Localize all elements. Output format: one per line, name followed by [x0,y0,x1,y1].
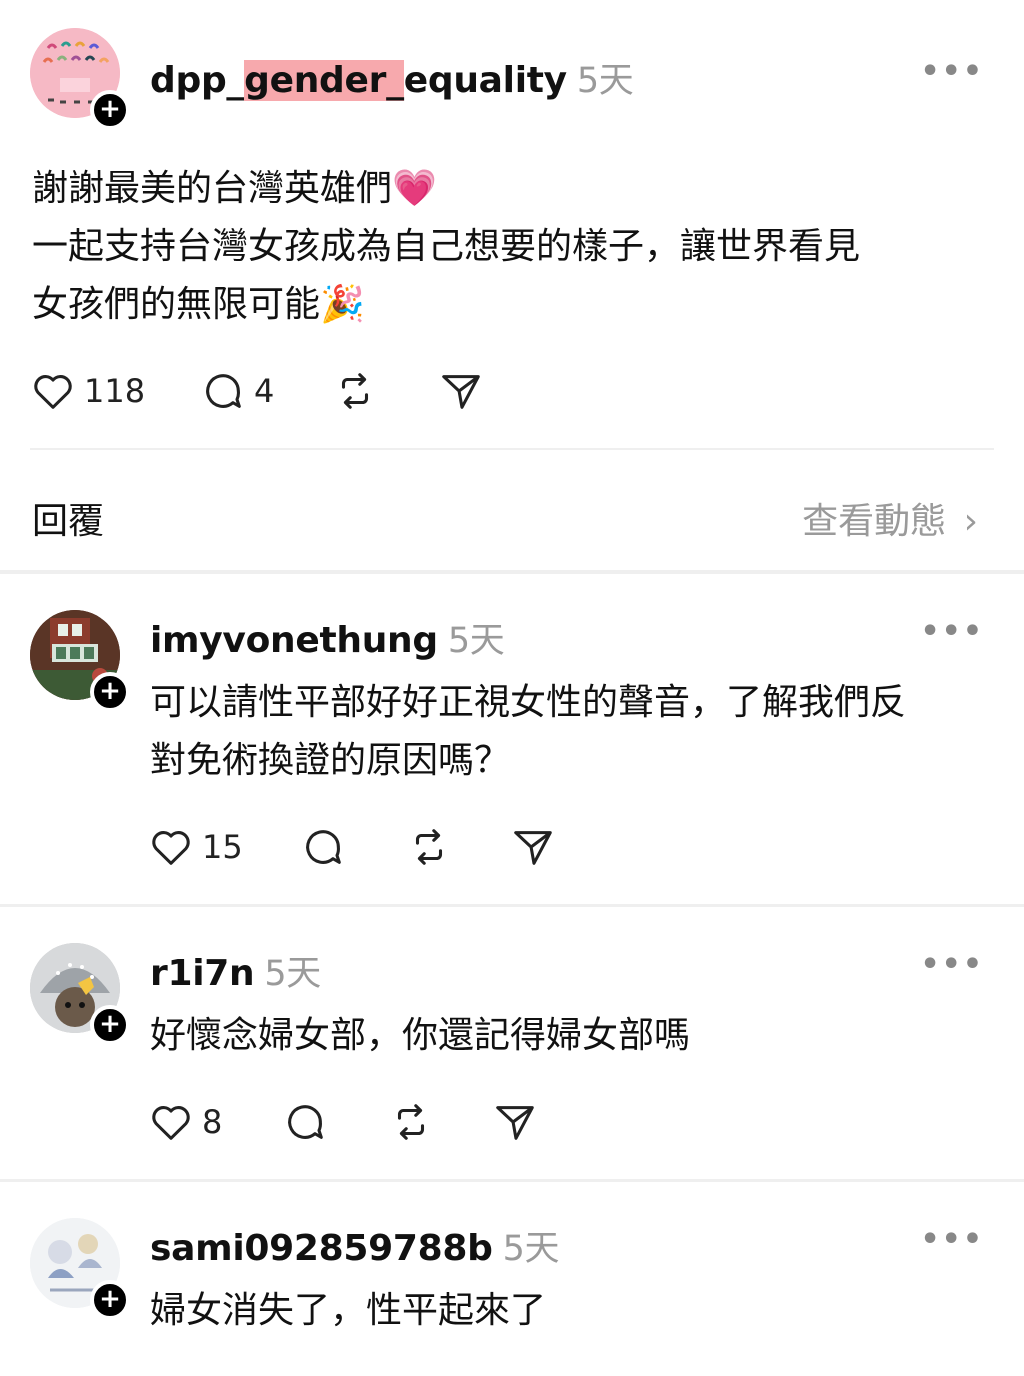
reply-body: 婦女消失了，性平起來了 [150,1282,546,1340]
follow-plus-icon[interactable]: + [90,672,130,712]
post-actions: 118 4 [30,366,630,416]
reply-actions: 8 [148,1097,748,1147]
like-button[interactable]: 8 [148,1097,222,1147]
repost-icon [415,829,443,865]
view-activity-label: 查看動態 [802,501,947,542]
avatar-wrap[interactable]: + [30,943,130,1045]
reply-username[interactable]: imyvonethung 5天 [150,612,505,663]
post-body: 謝謝最美的台灣英雄們💗 一起支持台灣女孩成為自己想要的樣子，讓世界看見 女孩們的… [32,160,860,334]
post-line: 女孩們的無限可能🎉 [32,284,365,325]
username-part: equality [403,60,567,101]
repost-button[interactable] [388,1097,434,1147]
comment-count: 4 [254,372,275,410]
username-text: r1i7n [150,953,255,994]
repost-button[interactable] [332,366,378,416]
share-button[interactable] [492,1097,538,1147]
replies-header: 回覆 查看動態 › [0,450,1024,570]
reply-line: 對免術換證的原因嗎？ [150,740,511,781]
comment-bubble-icon [206,374,241,408]
more-dots-icon[interactable]: ••• [920,947,984,982]
reply-item: + r1i7n 5天 ••• 好懷念婦女部，你還記得婦女部嗎 8 [0,907,1024,1179]
more-dots-icon[interactable]: ••• [920,54,984,89]
like-count: 15 [202,828,243,866]
share-button[interactable] [510,822,556,872]
comment-bubble-icon [306,830,341,864]
username-part: dpp_ [150,60,245,101]
reply-time: 5天 [502,1229,560,1269]
follow-plus-icon[interactable]: + [90,90,130,130]
replies-label: 回覆 [32,501,105,542]
follow-plus-icon[interactable]: + [90,1280,130,1320]
main-post: + dpp_gender_equality 5天 ••• 謝謝最美的台灣英雄們💗 … [0,0,1024,450]
repost-icon [397,1104,425,1140]
follow-plus-icon[interactable]: + [90,1005,130,1045]
chevron-right-icon: › [963,501,978,542]
avatar-wrap[interactable]: + [30,28,130,130]
reply-line: 可以請性平部好好正視女性的聲音，了解我們反 [150,682,907,723]
post-username[interactable]: dpp_gender_equality 5天 [150,52,634,103]
username-text: imyvonethung [150,620,438,661]
more-dots-icon[interactable]: ••• [920,614,984,649]
share-button[interactable] [438,366,484,416]
reply-line: 婦女消失了，性平起來了 [150,1290,547,1331]
post-line: 謝謝最美的台灣英雄們💗 [32,168,437,209]
heart-icon [152,1106,190,1140]
avatar-wrap[interactable]: + [30,610,130,712]
send-icon [442,375,480,409]
comment-button[interactable]: 4 [200,366,274,416]
reply-item: + imyvonethung 5天 ••• 可以請性平部好好正視女性的聲音，了解我… [0,574,1024,904]
repost-icon [341,373,369,409]
reply-username[interactable]: sami092859788b 5天 [150,1220,560,1271]
send-icon [496,1106,534,1140]
reply-body: 好懷念婦女部，你還記得婦女部嗎 [150,1007,690,1065]
send-icon [514,831,552,865]
post-time: 5天 [576,61,634,101]
reply-time: 5天 [264,954,321,994]
like-button[interactable]: 15 [148,822,243,872]
heart-icon [152,831,190,865]
reply-line: 好懷念婦女部，你還記得婦女部嗎 [150,1015,691,1056]
reply-body: 可以請性平部好好正視女性的聲音，了解我們反 對免術換證的原因嗎？ [150,674,906,790]
username-text: sami092859788b [150,1228,493,1269]
comment-button[interactable] [282,1097,328,1147]
reply-actions: 15 [148,822,748,872]
like-count: 8 [202,1103,223,1141]
view-activity-link[interactable]: 查看動態 › [802,492,978,544]
more-dots-icon[interactable]: ••• [920,1222,984,1257]
reply-time: 5天 [447,621,505,661]
repost-button[interactable] [406,822,452,872]
comment-bubble-icon [288,1105,323,1139]
comment-button[interactable] [300,822,346,872]
like-count: 118 [84,372,146,410]
reply-username[interactable]: r1i7n 5天 [150,945,321,996]
post-line: 一起支持台灣女孩成為自己想要的樣子，讓世界看見 [32,226,861,267]
like-button[interactable]: 118 [30,366,145,416]
heart-icon [34,375,72,409]
reply-item: + sami092859788b 5天 ••• 婦女消失了，性平起來了 [0,1182,1024,1376]
avatar-wrap[interactable]: + [30,1218,130,1320]
username-highlight: gender_ [244,60,404,101]
